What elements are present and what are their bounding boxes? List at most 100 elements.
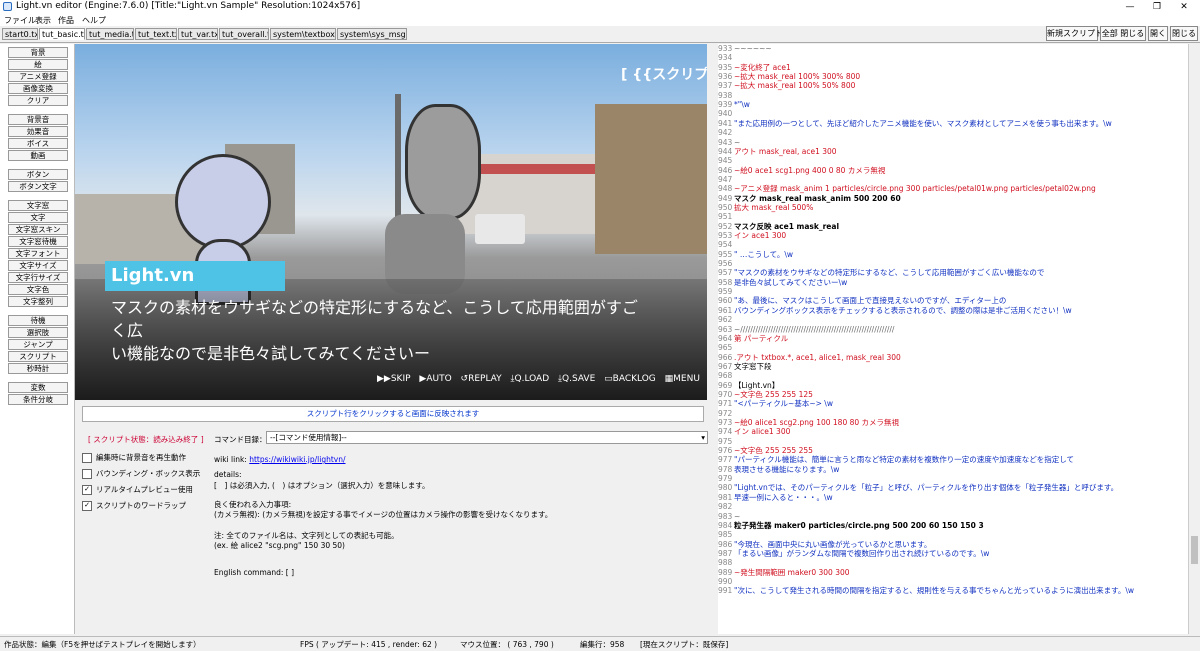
close-tab-button[interactable]: 閉じる (1170, 26, 1198, 41)
checkbox-label: リアルタイムプレビュー使用 (96, 485, 193, 494)
checkbox-label: 編集時に背景音を再生動作 (96, 453, 186, 462)
line-text: 文字窓下段 (734, 361, 772, 371)
skip-button[interactable]: ▶▶SKIP (377, 374, 411, 384)
cmd-button[interactable]: ボタン (8, 169, 68, 180)
cmd-clear[interactable]: クリア (8, 95, 68, 106)
tab-tut-overall[interactable]: tut_overall.txt (219, 28, 269, 40)
quick-save-button[interactable]: ⤓Q.SAVE (558, 374, 595, 384)
script-status: [ スクリプト状態：読み込み終了 ] (88, 435, 204, 444)
line-text: 【Light.vn】 (734, 380, 780, 390)
menu-bar: ファイル 表示 作品 ヘルプ (0, 14, 1200, 26)
cmd-condition[interactable]: 条件分岐 (8, 394, 68, 405)
line-text: .アウト txtbox.*, ace1, alice1, mask_real 3… (734, 352, 901, 362)
line-text: ~文字色 255 255 125 (734, 389, 813, 399)
tab-start0[interactable]: start0.txt (2, 28, 38, 40)
scrollbar-thumb[interactable] (1191, 536, 1198, 564)
line-text: 早速一例に入ると・・・。\w (734, 492, 833, 502)
cmd-movie[interactable]: 動画 (8, 150, 68, 161)
minimize-button[interactable]: — (1116, 0, 1144, 14)
new-script-button[interactable]: 新規スクリプト (1046, 26, 1103, 41)
checkbox-box[interactable]: ✓ (82, 485, 92, 495)
line-text: "<パーティクル~基本~> \w (734, 399, 833, 409)
menu-project[interactable]: 作品 (58, 15, 74, 26)
cmd-text-align[interactable]: 文字整列 (8, 296, 68, 307)
cmd-bgm[interactable]: 背景音 (8, 114, 68, 125)
checkbox-box[interactable]: ✓ (82, 501, 92, 511)
cmd-text-color[interactable]: 文字色 (8, 284, 68, 295)
checkbox-box[interactable] (82, 453, 92, 463)
cmd-jump[interactable]: ジャンプ (8, 339, 68, 350)
line-text: イン alice1 300 (734, 427, 791, 437)
cmd-text[interactable]: 文字 (8, 212, 68, 223)
close-all-button[interactable]: 全部 閉じる (1100, 26, 1146, 41)
checkbox-realtime-preview[interactable]: ✓ リアルタイムプレビュー使用 (82, 484, 193, 495)
script-overlay-text: [ {{スクリプト (621, 67, 707, 83)
cmd-image-convert[interactable]: 画像変換 (8, 83, 68, 94)
cmd-text-line-size[interactable]: 文字行サイズ (8, 272, 68, 283)
wiki-line: wiki link: https://wikiwiki.jp/lightvn/ (214, 455, 346, 464)
wiki-link[interactable]: https://wikiwiki.jp/lightvn/ (249, 455, 345, 464)
line-text: ~文字色 255 255 255 (734, 446, 813, 456)
checkbox-box[interactable] (82, 469, 92, 479)
speaker-name: Light.vn (111, 265, 195, 286)
cmd-textbox-wait[interactable]: 文字窓待機 (8, 236, 68, 247)
tab-tut-var[interactable]: tut_var.txt (178, 28, 218, 40)
cmd-textbox-skin[interactable]: 文字窓スキン (8, 224, 68, 235)
command-panel: 背景 絵 アニメ登録 画像変換 クリア 背景音 効果音 ボイス 動画 ボタン ボ… (0, 44, 75, 634)
checkbox-bgm-on-edit[interactable]: 編集時に背景音を再生動作 (82, 452, 186, 463)
auto-button[interactable]: ▶AUTO (419, 374, 451, 384)
close-window-button[interactable]: ✕ (1170, 0, 1198, 14)
line-text: ~発生間隔範囲 maker0 300 300 (734, 567, 850, 577)
english-command: English command: [ ] (214, 568, 295, 577)
cmd-voice[interactable]: ボイス (8, 138, 68, 149)
cmd-picture[interactable]: 絵 (8, 59, 68, 70)
maximize-button[interactable]: ❐ (1143, 0, 1171, 14)
cmd-anime-register[interactable]: アニメ登録 (8, 71, 68, 82)
cmd-timer[interactable]: 秒時計 (8, 363, 68, 374)
checkbox-label: スクリプトのワードラップ (96, 501, 186, 510)
script-editor[interactable]: 933 ~~~~~~ 934 935 ~変化終了 ace1 936 ~拡大 mask_rea… (718, 44, 1188, 634)
tab-tut-basic[interactable]: tut_basic.txt (39, 28, 85, 40)
tab-bar: start0.txt tut_basic.txt tut_media.txt t… (0, 26, 1200, 43)
line-text: "また応用例の一つとして、先ほど紹介したアニメ機能を使い、マスク素材としてアニメ… (734, 118, 1112, 128)
cmd-variable[interactable]: 変数 (8, 382, 68, 393)
cmd-script[interactable]: スクリプト (8, 351, 68, 362)
cmd-se[interactable]: 効果音 (8, 126, 68, 137)
click-hint-bar: スクリプト行をクリックすると画面に反映されます (82, 406, 704, 422)
tab-tut-text[interactable]: tut_text.txt (135, 28, 177, 40)
help-line-3: (カメラ無視): (カメラ無視)を設定する事でイメージの位置はカメラ操作の影響を… (214, 510, 553, 519)
cmd-choice[interactable]: 選択肢 (8, 327, 68, 338)
cmd-text-font[interactable]: 文字フォント (8, 248, 68, 259)
line-text: "パーティクル機能は、簡単に言うと雨など特定の素材を複数作り一定の速度や加速度な… (734, 455, 1075, 465)
cmd-wait[interactable]: 待機 (8, 315, 68, 326)
replay-button[interactable]: ↺REPLAY (461, 374, 502, 384)
line-text: ~~~~~~ (734, 44, 772, 53)
checkbox-word-wrap[interactable]: ✓ スクリプトのワードラップ (82, 500, 186, 511)
building-right (595, 104, 707, 254)
menu-file[interactable]: ファイル (4, 15, 36, 26)
menu-button[interactable]: ▦MENU (665, 374, 700, 384)
editor-line[interactable]: 991 "次に、こうして発生される時間の間隔を指定すると、規則性を与える事でちゃん… (718, 586, 1188, 596)
tab-system-textbox[interactable]: system\textbox.txt (270, 28, 336, 40)
cmd-text-size[interactable]: 文字サイズ (8, 260, 68, 271)
cmd-textbox[interactable]: 文字窓 (8, 200, 68, 211)
tab-system-sys-msg[interactable]: system\sys_msg.txt (337, 28, 407, 40)
editor-scrollbar[interactable] (1188, 44, 1200, 634)
cmd-background[interactable]: 背景 (8, 47, 68, 58)
line-text: 表現させる機能になります。\w (734, 464, 840, 474)
tab-tut-media[interactable]: tut_media.txt (86, 28, 134, 40)
menu-view[interactable]: 表示 (35, 15, 51, 26)
message-line-1: マスクの素材をウサギなどの特定形にするなど、こうして応用範囲がすごく広 (111, 298, 638, 340)
open-button[interactable]: 開く (1148, 26, 1168, 41)
command-catalog-value: --[コマンド使用情報]-- (270, 433, 347, 442)
line-text: ~絵0 ace1 scg1.png 400 0 80 カメラ無視 (734, 165, 886, 175)
line-text: ~拡大 mask_real 100% 50% 800 (734, 81, 856, 91)
backlog-button[interactable]: ▭BACKLOG (604, 374, 656, 384)
menu-help[interactable]: ヘルプ (82, 15, 106, 26)
checkbox-bounding-box[interactable]: バウンディング・ボックス表示 (82, 468, 200, 479)
game-preview[interactable]: Light.vn マスクの素材をウサギなどの特定形にするなど、こうして応用範囲が… (75, 44, 707, 400)
command-catalog-select[interactable]: --[コマンド使用情報]-- ▾ (266, 431, 708, 444)
window-title: Light.vn editor (Engine:7.6.0) [Title:"L… (16, 1, 361, 11)
cmd-button-text[interactable]: ボタン文字 (8, 181, 68, 192)
quick-load-button[interactable]: ⤓Q.LOAD (511, 374, 550, 384)
